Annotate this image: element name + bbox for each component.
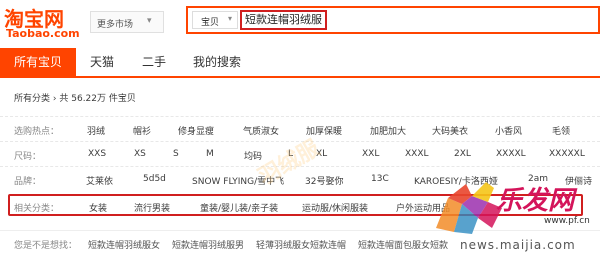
filter-option[interactable]: XXXXXL [549, 149, 585, 159]
filter-option[interactable]: XXXL [405, 149, 429, 159]
site-watermark: 乐发网 www.pf.cn news.maijia.com [432, 174, 600, 260]
watermark-url-main: news.maijia.com [460, 238, 576, 252]
suggestion-link[interactable]: 短款连帽羽绒服女 [88, 238, 160, 251]
filter-option[interactable]: M [206, 149, 214, 159]
filter-label: 尺码： [14, 152, 42, 162]
filter-option[interactable]: 小香风 [495, 124, 522, 137]
more-market-dropdown[interactable]: 更多市场 ▾ [90, 11, 164, 33]
filter-option[interactable]: XXXXL [496, 149, 526, 159]
tab-second-hand[interactable]: 二手 [132, 48, 176, 76]
search-category-select[interactable]: 宝贝 ▾ [192, 11, 238, 29]
suggestion-link[interactable]: 短款连帽羽绒服男 [172, 238, 244, 251]
filter-option[interactable]: XS [134, 149, 146, 159]
header: 淘宝网 Taobao.com 更多市场 ▾ 宝贝 ▾ 短款连帽羽绒服 [0, 0, 600, 44]
filter-option[interactable]: 5d5d [143, 174, 166, 184]
filter-option[interactable]: 2XL [454, 149, 471, 159]
filter-option[interactable]: XXS [88, 149, 106, 159]
filter-option[interactable]: 大码美衣 [432, 124, 468, 137]
search-category-label: 宝贝 [201, 18, 220, 28]
filter-option[interactable]: 修身显瘦 [178, 124, 214, 137]
filter-label: 选购热点： [14, 127, 60, 137]
search-tabs: 所有宝贝 天猫 二手 我的搜索 [0, 48, 600, 78]
taobao-logo[interactable]: 淘宝网 Taobao.com [4, 3, 82, 41]
tab-tmall[interactable]: 天猫 [80, 48, 124, 76]
suggestion-label: 您是不是想找： [14, 241, 78, 251]
filter-option[interactable]: 艾莱依 [86, 174, 113, 187]
filter-option[interactable]: 女装 [89, 201, 107, 214]
search-input[interactable]: 短款连帽羽绒服 [240, 10, 327, 30]
logo-sub-text: Taobao.com [6, 27, 80, 40]
filter-option[interactable]: 流行男装 [134, 201, 170, 214]
filter-label: 相关分类： [14, 204, 60, 214]
filter-option[interactable]: 毛领 [552, 124, 570, 137]
breadcrumb: 所有分类 › 共 56.22万 件宝贝 [14, 91, 136, 104]
filter-option[interactable]: 加肥加大 [370, 124, 406, 137]
filter-option[interactable]: 13C [371, 174, 389, 184]
filter-option[interactable]: S [173, 149, 179, 159]
chevron-down-icon: ▾ [147, 16, 152, 26]
filter-option[interactable]: 气质淑女 [243, 124, 279, 137]
filter-option[interactable]: 童装/婴儿装/亲子装 [200, 201, 278, 214]
tab-all-items[interactable]: 所有宝贝 [0, 48, 76, 76]
watermark-brand-text: 乐发网 [496, 186, 575, 216]
search-bar: 宝贝 ▾ 短款连帽羽绒服 [186, 6, 600, 34]
filter-option[interactable]: 羽绒 [87, 124, 105, 137]
horse-logo-icon [436, 182, 502, 234]
filter-option[interactable]: 运动服/休闲服装 [302, 201, 368, 214]
result-count: 共 56.22万 件宝贝 [59, 94, 136, 104]
tab-my-search[interactable]: 我的搜索 [184, 48, 250, 76]
filter-option[interactable]: 32号娶你 [305, 174, 343, 187]
more-market-label: 更多市场 [97, 20, 134, 30]
filter-label: 品牌： [14, 177, 42, 187]
suggestion-link[interactable]: 轻薄羽绒服女短款连帽 [256, 238, 346, 251]
breadcrumb-root[interactable]: 所有分类 [14, 94, 50, 104]
filter-option[interactable]: 帽衫 [133, 124, 151, 137]
watermark-url-small: www.pf.cn [544, 216, 590, 226]
chevron-down-icon: ▾ [228, 14, 233, 23]
breadcrumb-separator: › [52, 94, 57, 104]
filter-option[interactable]: XXL [362, 149, 379, 159]
